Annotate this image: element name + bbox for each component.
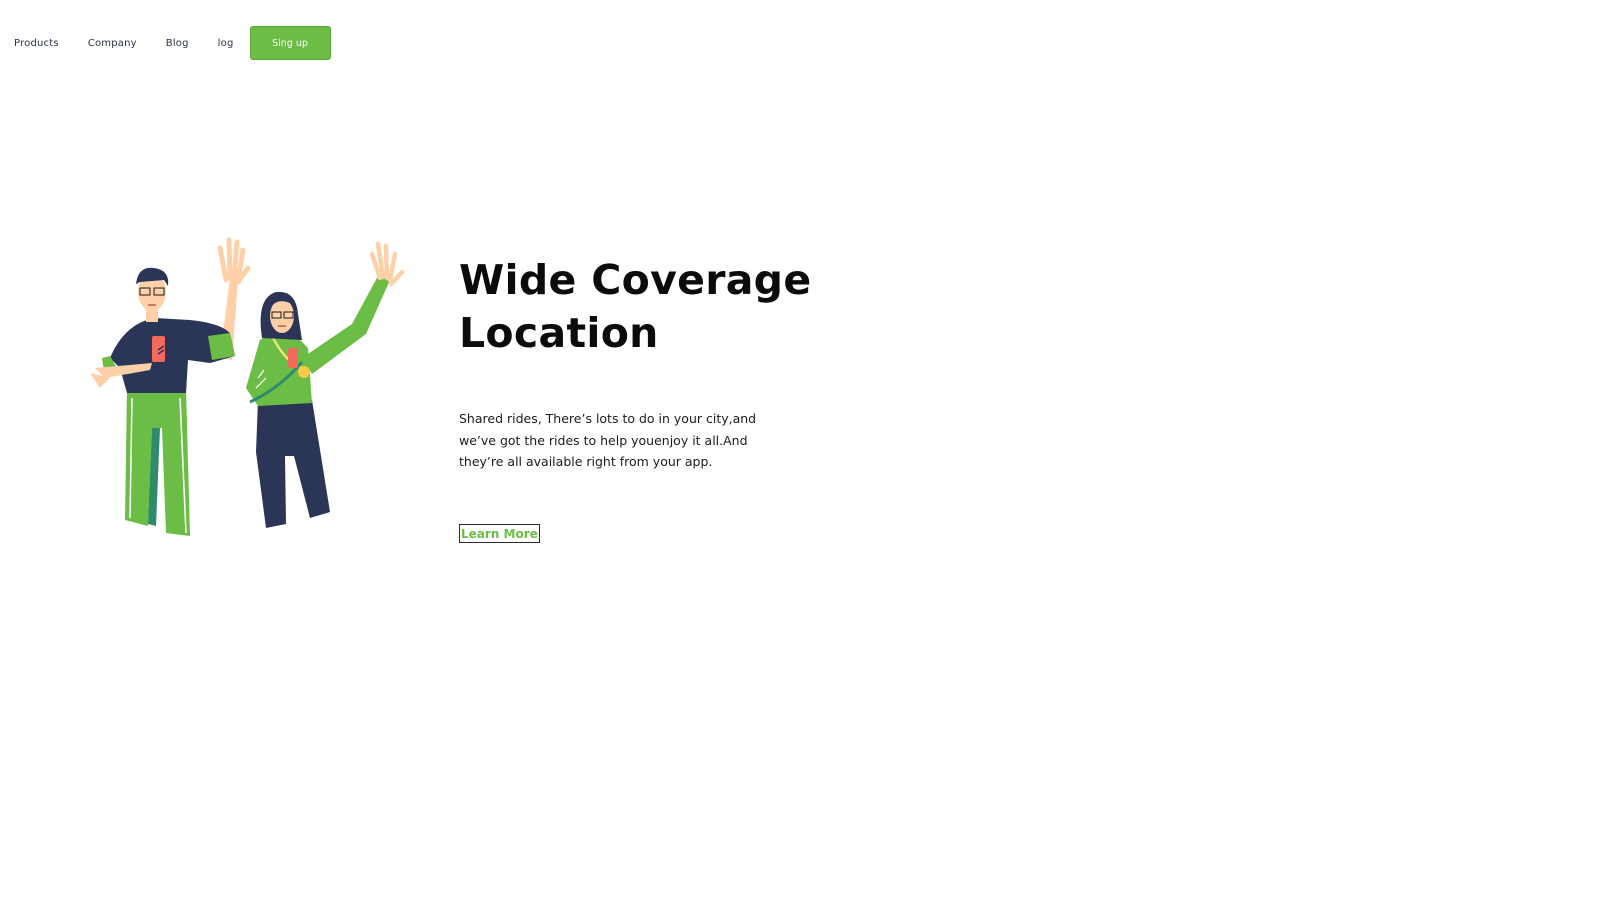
signup-button[interactable]: Sing up bbox=[249, 26, 331, 60]
nav-products-link[interactable]: Products bbox=[14, 38, 59, 49]
hero-description: Shared rides, There’s lots to do in your… bbox=[459, 411, 757, 469]
man-figure bbox=[90, 237, 251, 536]
woman-figure bbox=[246, 241, 405, 528]
two-people-waving-illustration bbox=[90, 237, 405, 536]
top-nav: Products Company Blog log Sing up bbox=[14, 26, 331, 60]
nav-log-link[interactable]: log bbox=[218, 38, 234, 49]
nav-company-link[interactable]: Company bbox=[88, 38, 137, 49]
learn-more-button[interactable]: Learn More bbox=[459, 524, 540, 543]
hero-title: Wide Coverage Location bbox=[459, 256, 812, 357]
nav-blog-link[interactable]: Blog bbox=[166, 38, 189, 49]
